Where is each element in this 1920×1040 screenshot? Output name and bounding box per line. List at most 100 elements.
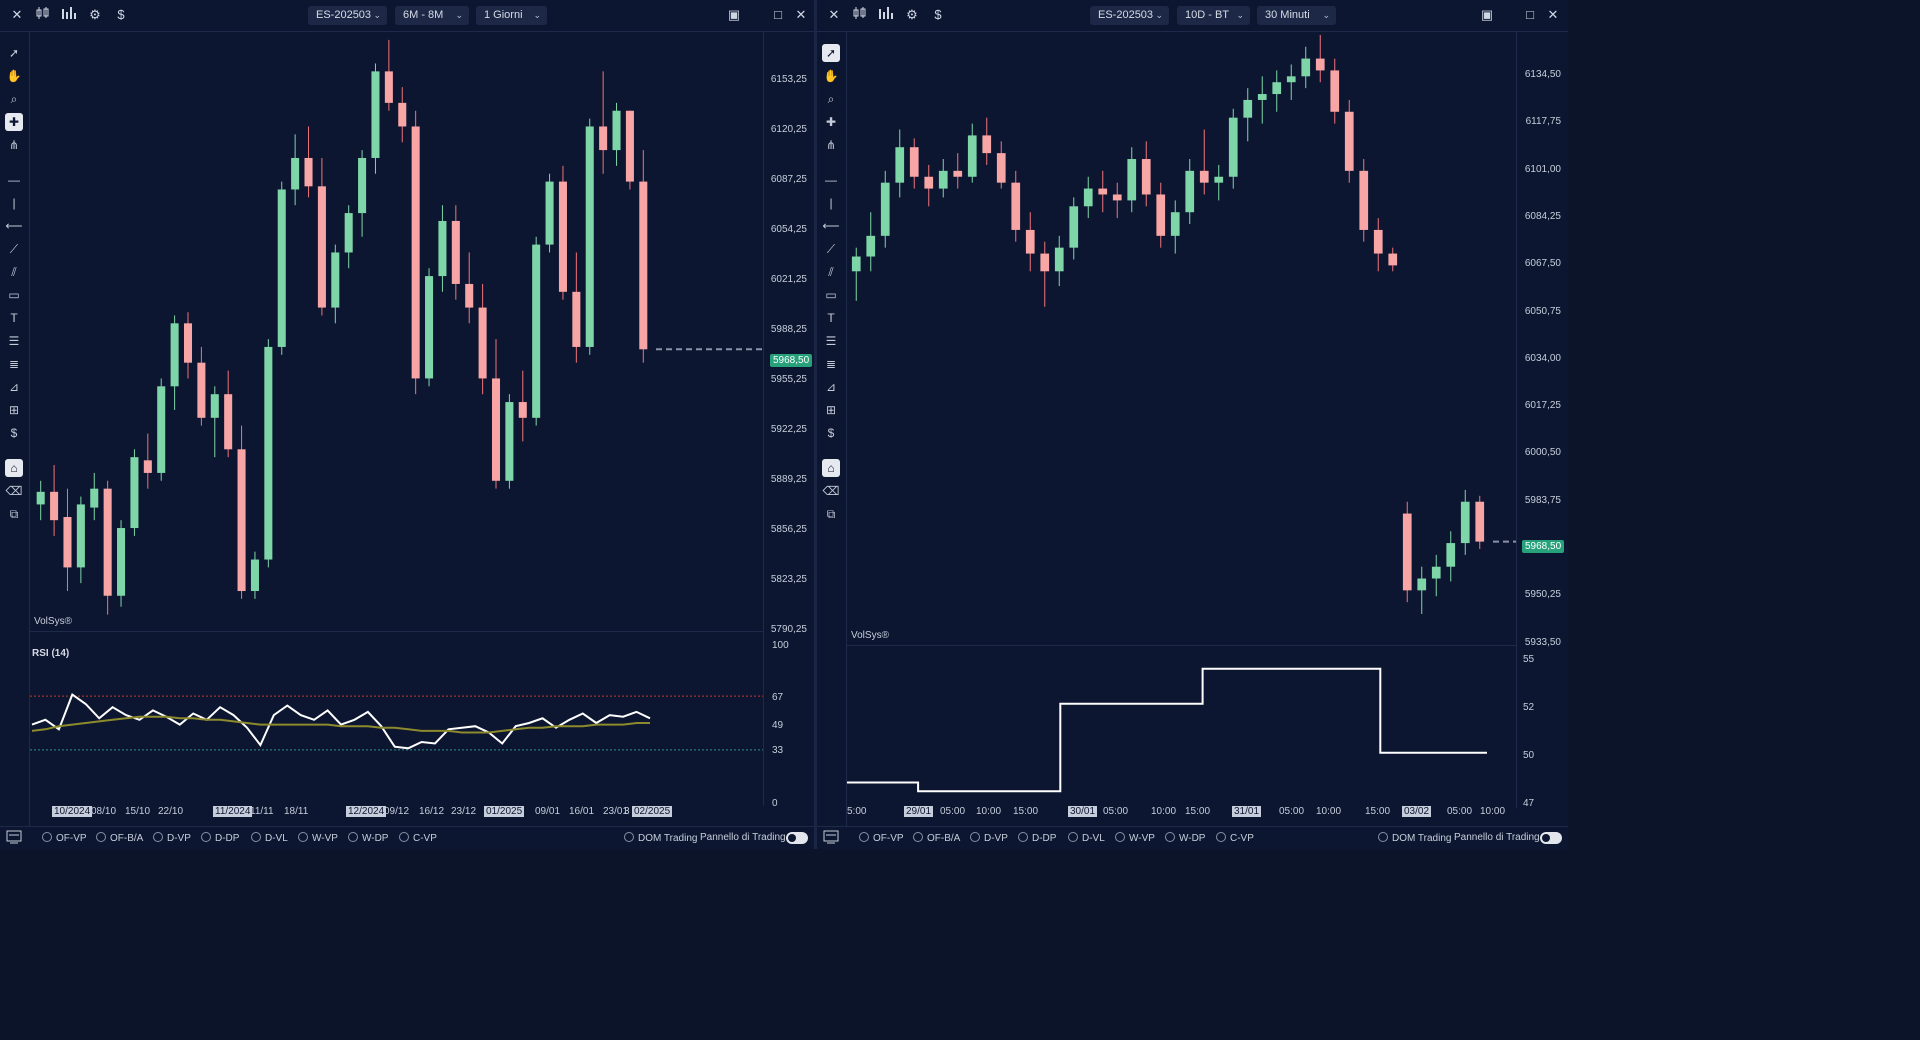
- hline-icon[interactable]: —: [5, 171, 23, 189]
- crosshair-icon[interactable]: ✚: [822, 113, 840, 131]
- option-d-vl[interactable]: D-VL: [251, 832, 288, 844]
- trendline-icon[interactable]: ⟋: [822, 240, 840, 258]
- option-of-b-a[interactable]: OF-B/A: [96, 832, 143, 844]
- option-of-vp[interactable]: OF-VP: [42, 832, 87, 844]
- fib-icon[interactable]: ☰: [5, 332, 23, 350]
- option-w-vp[interactable]: W-VP: [1115, 832, 1155, 844]
- dom-trading-option[interactable]: DOM Trading: [1378, 832, 1451, 844]
- option-w-dp[interactable]: W-DP: [1165, 832, 1205, 844]
- fib-icon[interactable]: ☰: [822, 332, 840, 350]
- option-w-vp[interactable]: W-VP: [298, 832, 338, 844]
- candle-body: [599, 126, 608, 151]
- channel-icon[interactable]: ⫽: [822, 263, 840, 281]
- layout-icon[interactable]: ▣: [1478, 6, 1496, 24]
- layers-icon[interactable]: ⧉: [822, 505, 840, 523]
- pointer-icon[interactable]: ➚: [822, 44, 840, 62]
- close-window-icon[interactable]: ✕: [792, 6, 810, 24]
- candlestick-type-icon[interactable]: [851, 6, 869, 24]
- close-icon[interactable]: ✕: [8, 6, 26, 24]
- text-icon[interactable]: T: [822, 309, 840, 327]
- price-tick: 6084,25: [1524, 210, 1561, 222]
- maximize-icon[interactable]: □: [1521, 6, 1539, 24]
- price-axis[interactable]: 6134,50 6117,75 6101,00 6084,25 6067,50 6050,…: [1516, 32, 1568, 809]
- settings-gear-icon[interactable]: ⚙: [86, 6, 104, 24]
- symbol-dropdown[interactable]: ES-202503 ⌄: [1090, 6, 1169, 25]
- timeframe-dropdown[interactable]: 30 Minuti ⌄: [1257, 6, 1336, 25]
- candle-body: [90, 488, 99, 508]
- price-axis[interactable]: 6153,25 6120,25 6087,25 6054,25 6021,25 5988,…: [763, 32, 814, 644]
- hand-icon[interactable]: ✋: [5, 67, 23, 85]
- option-of-vp[interactable]: OF-VP: [859, 832, 904, 844]
- trading-panel-toggle[interactable]: [1540, 832, 1562, 844]
- pointer-icon[interactable]: ➚: [5, 44, 23, 62]
- eraser-icon[interactable]: ⌫: [5, 482, 23, 500]
- settings-gear-icon[interactable]: ⚙: [903, 6, 921, 24]
- order-icon[interactable]: $: [822, 424, 840, 442]
- zoom-icon[interactable]: ⌕: [5, 90, 23, 108]
- measure-icon[interactable]: ⊞: [5, 401, 23, 419]
- indicators-icon[interactable]: [60, 6, 78, 24]
- vline-icon[interactable]: |: [5, 194, 23, 212]
- option-label: D-VL: [1082, 833, 1105, 844]
- magnet-icon[interactable]: ⋔: [5, 136, 23, 154]
- zoom-icon[interactable]: ⌕: [822, 90, 840, 108]
- timeframe-dropdown[interactable]: 1 Giorni ⌄: [476, 6, 547, 25]
- close-icon[interactable]: ✕: [825, 6, 843, 24]
- option-d-dp[interactable]: D-DP: [1018, 832, 1056, 844]
- time-axis[interactable]: 10/2024 08/10 15/10 22/10 11/2024 11/11 18/11 1…: [30, 806, 763, 820]
- vline-icon[interactable]: |: [822, 194, 840, 212]
- option-d-vp[interactable]: D-VP: [970, 832, 1008, 844]
- eraser-icon[interactable]: ⌫: [822, 482, 840, 500]
- rectangle-icon[interactable]: ▭: [822, 286, 840, 304]
- lock-icon[interactable]: ⌂: [822, 459, 840, 477]
- layout-icon[interactable]: ▣: [725, 6, 743, 24]
- dollar-icon[interactable]: $: [112, 6, 130, 24]
- panel-icon[interactable]: [6, 830, 22, 844]
- indicator-pane[interactable]: [847, 652, 1516, 808]
- ray-icon[interactable]: ⟵: [5, 217, 23, 235]
- pane-separator[interactable]: [847, 645, 1516, 646]
- ruler-icon[interactable]: ⊿: [5, 378, 23, 396]
- panel-icon[interactable]: [823, 830, 839, 844]
- dollar-icon[interactable]: $: [929, 6, 947, 24]
- option-d-dp[interactable]: D-DP: [201, 832, 239, 844]
- hline-icon[interactable]: —: [822, 171, 840, 189]
- time-axis[interactable]: 5:00 29/01 05:00 10:00 15:00 30/01 05:00 10:00 1…: [847, 806, 1516, 820]
- indicators-icon[interactable]: [877, 6, 895, 24]
- rsi-pane[interactable]: RSI (14): [30, 640, 763, 806]
- trading-panel-toggle[interactable]: [786, 832, 808, 844]
- ruler-icon[interactable]: ⊿: [822, 378, 840, 396]
- lines-icon[interactable]: ≣: [822, 355, 840, 373]
- option-c-vp[interactable]: C-VP: [399, 832, 437, 844]
- option-c-vp[interactable]: C-VP: [1216, 832, 1254, 844]
- option-d-vl[interactable]: D-VL: [1068, 832, 1105, 844]
- channel-icon[interactable]: ⫽: [5, 263, 23, 281]
- close-window-icon[interactable]: ✕: [1544, 6, 1562, 24]
- order-icon[interactable]: $: [5, 424, 23, 442]
- lock-icon[interactable]: ⌂: [5, 459, 23, 477]
- dom-trading-option[interactable]: DOM Trading: [624, 832, 697, 844]
- period-dropdown[interactable]: 10D - BT ⌄: [1177, 6, 1250, 25]
- option-d-vp[interactable]: D-VP: [153, 832, 191, 844]
- trendline-icon[interactable]: ⟋: [5, 240, 23, 258]
- layers-icon[interactable]: ⧉: [5, 505, 23, 523]
- candle-body: [438, 220, 447, 277]
- magnet-icon[interactable]: ⋔: [822, 136, 840, 154]
- ray-icon[interactable]: ⟵: [822, 217, 840, 235]
- option-w-dp[interactable]: W-DP: [348, 832, 388, 844]
- text-icon[interactable]: T: [5, 309, 23, 327]
- symbol-dropdown[interactable]: ES-202503 ⌄: [308, 6, 387, 25]
- pane-separator[interactable]: [30, 631, 763, 632]
- candle-body: [1098, 188, 1108, 195]
- measure-icon[interactable]: ⊞: [822, 401, 840, 419]
- hand-icon[interactable]: ✋: [822, 67, 840, 85]
- lines-icon[interactable]: ≣: [5, 355, 23, 373]
- rectangle-icon[interactable]: ▭: [5, 286, 23, 304]
- candlestick-type-icon[interactable]: [34, 6, 52, 24]
- price-chart[interactable]: VolSys®: [30, 32, 763, 630]
- price-chart[interactable]: VolSys®: [847, 32, 1516, 645]
- maximize-icon[interactable]: □: [769, 6, 787, 24]
- option-of-b-a[interactable]: OF-B/A: [913, 832, 960, 844]
- crosshair-icon[interactable]: ✚: [5, 113, 23, 131]
- period-dropdown[interactable]: 6M - 8M ⌄: [395, 6, 469, 25]
